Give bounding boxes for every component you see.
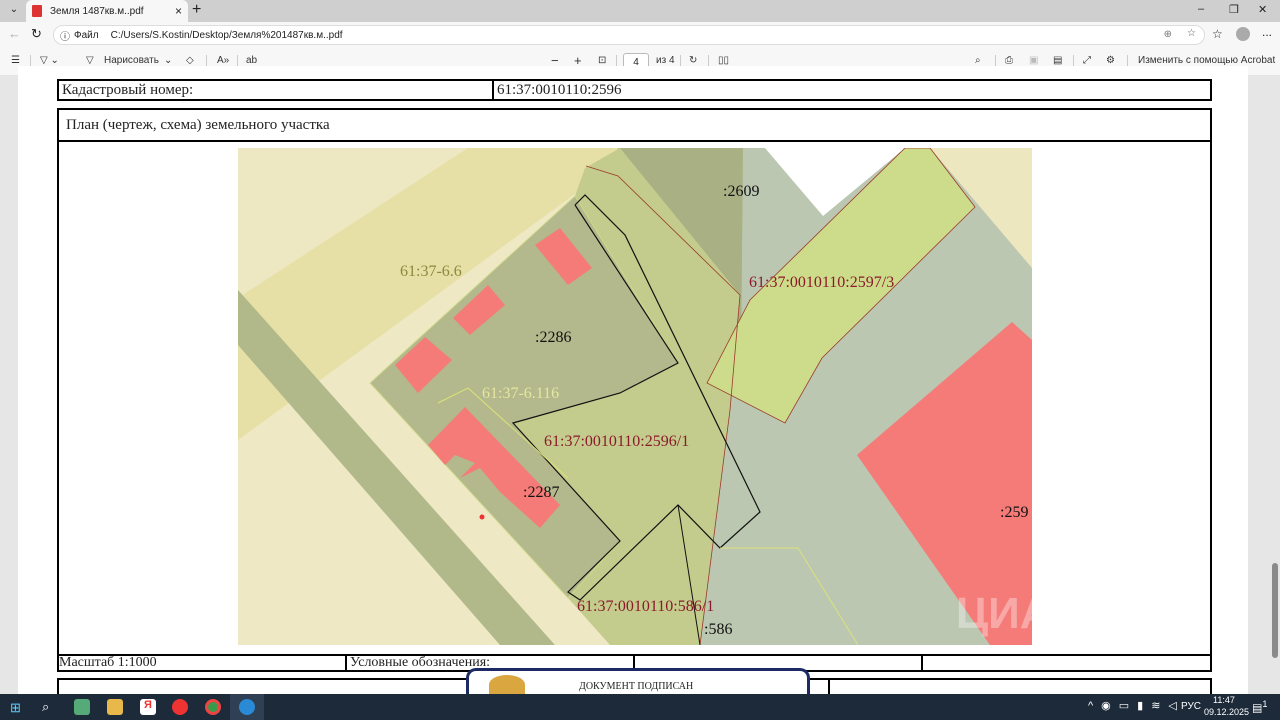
tab-list-chevron-icon[interactable]: ⌄ <box>6 4 22 18</box>
cadastral-label: Кадастровый номер: <box>57 79 494 101</box>
pdf-icon <box>32 5 42 17</box>
yandex-icon[interactable] <box>172 699 188 715</box>
label-586-1: 61:37:0010110:586/1 <box>577 598 714 615</box>
page-view-icon[interactable]: ▯▯ <box>718 55 729 66</box>
cadastral-value: 61:37:0010110:2596 <box>492 79 1212 101</box>
minimize-button[interactable]: – <box>1198 3 1204 15</box>
close-tab-icon[interactable]: × <box>175 4 182 18</box>
legend-cell <box>921 654 1212 672</box>
pdf-viewer: Кадастровый номер: 61:37:0010110:2596 Пл… <box>0 66 1280 694</box>
chrome-icon[interactable] <box>205 699 221 715</box>
page-total: из 4 <box>656 55 675 66</box>
stamp-text: ДОКУМЕНТ ПОДПИСАН <box>579 681 694 692</box>
edit-with-acrobat-button[interactable]: Изменить с помощью Acrobat <box>1138 55 1275 66</box>
watermark-logo: ЦИАН <box>956 589 1032 638</box>
refresh-icon[interactable]: ↻ <box>31 26 42 42</box>
info-icon: ⓘ <box>60 31 70 43</box>
clock-time[interactable]: 11:47 <box>1213 695 1235 705</box>
tab-pdf[interactable]: Земля 1487кв.м..pdf × <box>26 0 188 22</box>
taskbar: ⊞ ⌕ Я ^◉▭▮≋◁ РУС 11:47 09.12.2025 ▤1 <box>0 694 1280 720</box>
save-as-icon[interactable]: ▤ <box>1053 55 1062 66</box>
settings-gear-icon[interactable]: ⚙ <box>1106 55 1115 66</box>
table-divider <box>828 678 830 694</box>
close-window-button[interactable]: ✕ <box>1258 3 1267 16</box>
clock-date[interactable]: 09.12.2025 <box>1204 707 1249 717</box>
app-icon[interactable] <box>74 699 90 715</box>
tab-title: Земля 1487кв.м..pdf <box>50 5 144 17</box>
draw-button[interactable]: Нарисовать <box>104 55 159 66</box>
contents-icon[interactable]: ☰ <box>11 55 20 66</box>
tab-bar: ⌄ Земля 1487кв.м..pdf × + – ❐ ✕ <box>0 0 1280 22</box>
label-586: :586 <box>704 621 732 638</box>
tray-icons[interactable]: ^◉▭▮≋◁ <box>1088 699 1185 712</box>
draw-icon[interactable]: ▽ <box>86 55 94 66</box>
scrollbar-thumb[interactable] <box>1272 563 1278 658</box>
signature-stamp: ДОКУМЕНТ ПОДПИСАН <box>466 668 810 694</box>
save-icon[interactable]: ▣ <box>1029 55 1038 66</box>
edge-icon <box>239 699 255 715</box>
rotate-icon[interactable]: ↻ <box>689 55 697 66</box>
file-explorer-icon[interactable] <box>107 699 123 715</box>
label-259: :259 <box>1000 504 1028 521</box>
label-2597-3: 61:37:0010110:2597/3 <box>749 274 894 291</box>
search-icon[interactable]: ⌕ <box>42 699 49 715</box>
edge-active-app[interactable] <box>230 694 264 720</box>
address-prefix: Файл <box>74 29 99 41</box>
language-indicator[interactable]: РУС <box>1181 701 1201 712</box>
maximize-button[interactable]: ❐ <box>1229 3 1239 16</box>
coat-of-arms-icon <box>489 675 525 694</box>
highlight-icon[interactable]: ▽ ⌄ <box>40 55 59 66</box>
notifications-icon[interactable]: ▤1 <box>1252 699 1268 715</box>
url-input[interactable]: ⓘ Файл C:/Users/S.Kostin/Desktop/Земля%2… <box>53 25 1205 45</box>
more-menu-button[interactable]: ... <box>1262 25 1272 39</box>
url-text: C:/Users/S.Kostin/Desktop/Земля%201487кв… <box>110 29 343 41</box>
back-arrow-icon[interactable]: ← <box>8 26 21 41</box>
plan-title: План (чертеж, схема) земельного участка <box>57 108 1212 142</box>
zoom-page-icon[interactable]: ⊕ <box>1164 29 1172 40</box>
print-icon[interactable]: ⎙ <box>1005 55 1013 66</box>
yandex-browser-icon[interactable]: Я <box>140 699 156 715</box>
label-2609: :2609 <box>723 183 759 200</box>
read-aloud-icon[interactable]: A» <box>217 55 229 66</box>
label-2287: :2287 <box>523 484 559 501</box>
scale-label: Масштаб 1:1000 <box>57 654 347 672</box>
profile-avatar[interactable] <box>1236 27 1250 41</box>
label-zone-6-116: 61:37-6.116 <box>482 385 559 402</box>
label-2286: :2286 <box>535 329 571 346</box>
fit-page-icon[interactable]: ⊡ <box>598 55 606 66</box>
new-tab-button[interactable]: + <box>192 1 201 19</box>
favorite-star-icon[interactable]: ☆ <box>1187 28 1196 39</box>
notification-count: 1 <box>1262 699 1268 709</box>
cadastral-map: :2609 61:37-6.6 :2286 61:37:0010110:2597… <box>238 148 1032 645</box>
label-2596-1: 61:37:0010110:2596/1 <box>544 433 689 450</box>
draw-dropdown-icon[interactable]: ⌄ <box>164 55 172 66</box>
survey-point <box>479 514 485 520</box>
label-zone-6-6: 61:37-6.6 <box>400 263 462 280</box>
eraser-icon[interactable]: ◇ <box>186 55 194 66</box>
start-windows-icon[interactable]: ⊞ <box>10 700 21 716</box>
search-icon[interactable]: ⌕ <box>975 55 981 66</box>
address-bar-row: ← ↻ ⓘ Файл C:/Users/S.Kostin/Desktop/Зем… <box>0 22 1280 48</box>
fullscreen-icon[interactable]: ⤢ <box>1083 55 1091 66</box>
favorites-icon[interactable]: ☆ <box>1212 27 1223 41</box>
pdf-page: Кадастровый номер: 61:37:0010110:2596 Пл… <box>18 66 1248 694</box>
translate-icon[interactable]: ab <box>246 55 257 66</box>
